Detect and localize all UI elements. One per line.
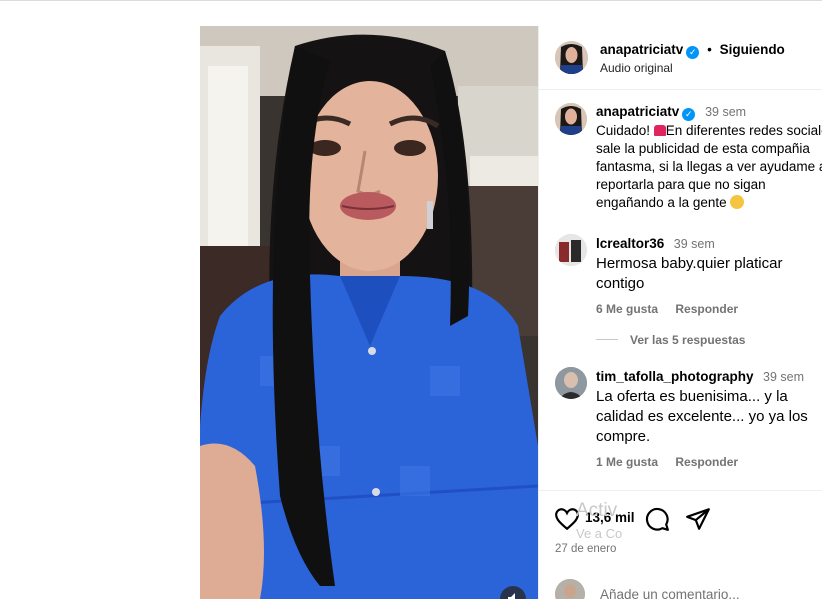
siren-emoji-icon bbox=[653, 125, 666, 136]
reply-button[interactable]: Responder bbox=[675, 455, 738, 469]
verified-badge-icon: ✓ bbox=[682, 108, 696, 121]
post-dialog: anapatriciatv ✓ • Siguiendo Audio origina… bbox=[200, 26, 822, 599]
comment-meta: 6 Me gusta Responder bbox=[596, 302, 752, 316]
following-button[interactable]: Siguiendo bbox=[720, 42, 785, 57]
comment-likes[interactable]: 1 Me gusta bbox=[596, 455, 658, 469]
comment-meta: 1 Me gusta Responder bbox=[596, 455, 752, 469]
view-replies-button[interactable]: Ver las 5 respuestas bbox=[630, 333, 745, 347]
paper-plane-icon bbox=[686, 508, 710, 530]
video-frame bbox=[200, 26, 538, 599]
audio-link[interactable]: Audio original bbox=[600, 61, 673, 75]
caption-username[interactable]: anapatriciatv bbox=[596, 104, 679, 119]
reply-button[interactable]: Responder bbox=[675, 302, 738, 316]
comment-button[interactable] bbox=[644, 506, 670, 532]
video-player[interactable] bbox=[200, 26, 538, 599]
caption-avatar-image bbox=[555, 103, 587, 135]
caption-avatar[interactable] bbox=[555, 103, 587, 135]
current-user-avatar-image bbox=[555, 579, 585, 599]
comments-list: anapatriciatv ✓ 39 sem Cuidado! En difere… bbox=[539, 91, 822, 489]
comment-time[interactable]: 39 sem bbox=[674, 237, 715, 251]
comment-avatar[interactable] bbox=[555, 234, 587, 266]
comment-username[interactable]: lcrealtor36 bbox=[596, 236, 664, 251]
author-avatar-image bbox=[555, 41, 588, 74]
windows-activation-watermark: Activ bbox=[576, 500, 618, 521]
comment-time[interactable]: 39 sem bbox=[763, 370, 804, 384]
add-comment-input[interactable]: Añade un comentario... bbox=[600, 587, 740, 599]
comment-text: La oferta es buenisima... y la calidad e… bbox=[596, 388, 808, 445]
caption-header: anapatriciatv ✓ 39 sem bbox=[596, 104, 746, 121]
windows-activation-subtext: Ve a Co bbox=[576, 526, 623, 541]
separator-dot: • bbox=[707, 42, 712, 57]
share-button[interactable] bbox=[685, 506, 711, 532]
caption-text-part-1: Cuidado! bbox=[596, 123, 654, 138]
commenter-avatar-image bbox=[555, 367, 587, 399]
comment-text: Hermosa baby.quier platicar contigo bbox=[596, 255, 783, 292]
comment-username[interactable]: tim_tafolla_photography bbox=[596, 369, 754, 384]
post-header: anapatriciatv ✓ • Siguiendo Audio origina… bbox=[539, 26, 822, 90]
add-comment-row: Añade un comentario... bbox=[539, 579, 822, 599]
caption-time[interactable]: 39 sem bbox=[705, 105, 746, 119]
comment-likes[interactable]: 6 Me gusta bbox=[596, 302, 658, 316]
sad-face-emoji-icon bbox=[730, 195, 745, 209]
comment-avatar[interactable] bbox=[555, 367, 587, 399]
author-username[interactable]: anapatriciatv bbox=[600, 42, 683, 57]
commenter-avatar-image bbox=[555, 234, 587, 266]
header-title: anapatriciatv ✓ • Siguiendo bbox=[600, 42, 785, 59]
speaker-icon bbox=[508, 593, 515, 599]
author-avatar[interactable] bbox=[555, 41, 588, 74]
comment-header: tim_tafolla_photography 39 sem bbox=[596, 369, 804, 384]
caption-text: Cuidado! En diferentes redes sociales sa… bbox=[596, 122, 822, 212]
top-divider bbox=[0, 0, 822, 1]
verified-badge-icon: ✓ bbox=[686, 46, 700, 59]
comment-header: lcrealtor36 39 sem bbox=[596, 236, 715, 251]
replies-divider bbox=[596, 339, 618, 340]
post-date[interactable]: 27 de enero bbox=[555, 543, 616, 555]
comment-bubble-icon bbox=[645, 507, 669, 531]
current-user-avatar bbox=[555, 579, 585, 599]
